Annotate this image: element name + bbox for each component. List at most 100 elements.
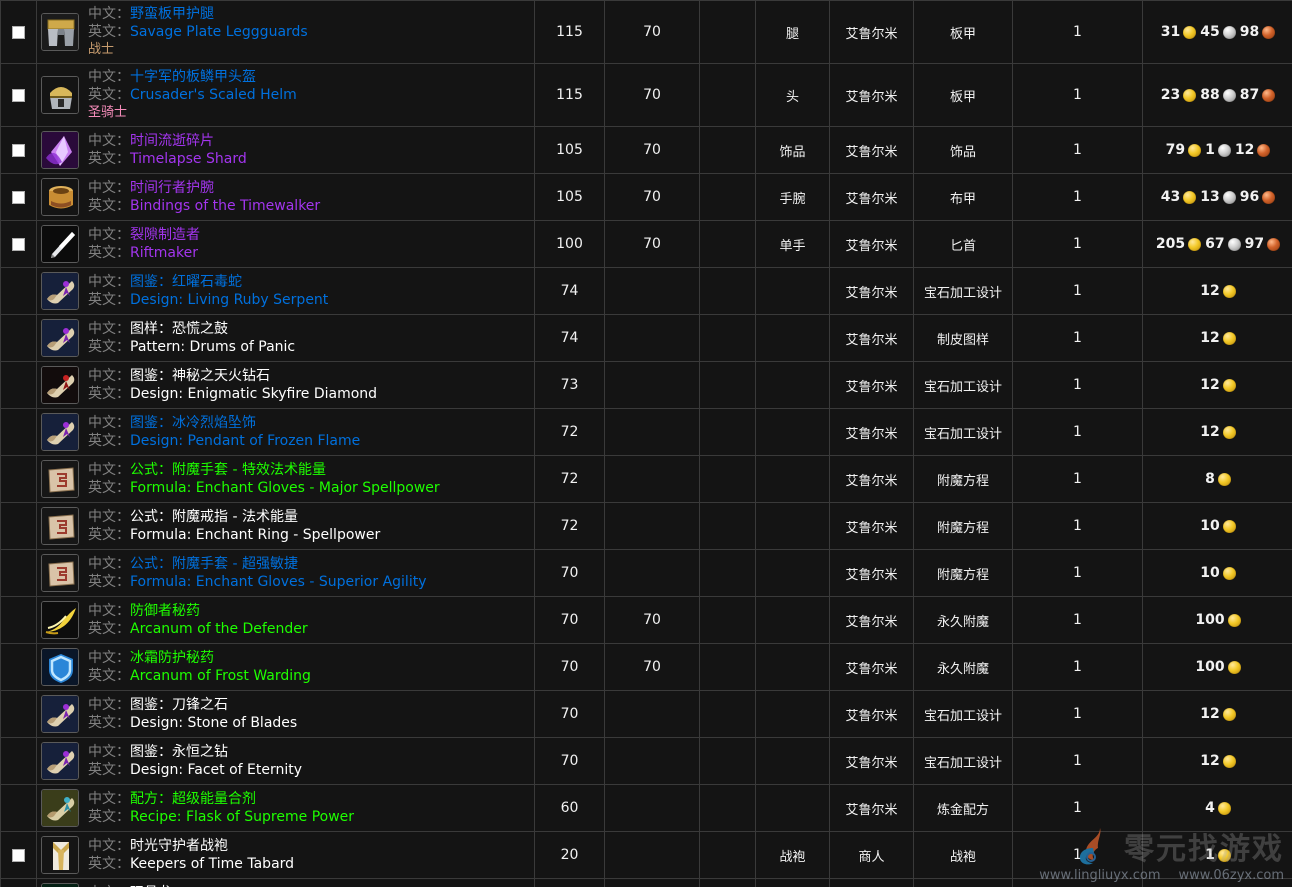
item-name-cn[interactable]: 冰霜防护秘药: [130, 650, 214, 666]
row-checkbox[interactable]: [12, 191, 25, 204]
item-name-en[interactable]: Timelapse Shard: [130, 151, 247, 167]
table-row[interactable]: 中文：野蛮板甲护腿英文：Savage Plate Leggguards战士115…: [1, 1, 1292, 64]
item-name-cn[interactable]: 图鉴：神秘之天火钻石: [130, 368, 270, 384]
item-cell[interactable]: 中文：配方：超级能量合剂英文：Recipe: Flask of Supreme …: [37, 785, 535, 832]
item-name-cn[interactable]: 公式：附魔戒指 - 法术能量: [130, 509, 298, 525]
row-checkbox-cell[interactable]: [1, 127, 37, 174]
item-cell[interactable]: 中文：图鉴：冰冷烈焰坠饰英文：Design: Pendant of Frozen…: [37, 409, 535, 456]
row-checkbox-cell[interactable]: [1, 315, 37, 362]
table-row[interactable]: 中文：时间行者护腕英文：Bindings of the Timewalker10…: [1, 174, 1292, 221]
item-cell[interactable]: 中文：图鉴：神秘之天火钻石英文：Design: Enigmatic Skyfir…: [37, 362, 535, 409]
row-checkbox-cell[interactable]: [1, 785, 37, 832]
table-row[interactable]: 中文：图鉴：冰冷烈焰坠饰英文：Design: Pendant of Frozen…: [1, 409, 1292, 456]
item-name-cn[interactable]: 时间行者护腕: [130, 180, 214, 196]
row-checkbox[interactable]: [12, 26, 25, 39]
item-name-en[interactable]: Savage Plate Leggguards: [130, 24, 308, 40]
row-checkbox-cell[interactable]: [1, 174, 37, 221]
row-checkbox-cell[interactable]: [1, 1, 37, 64]
table-row[interactable]: 中文：防御者秘药英文：Arcanum of the Defender7070艾鲁…: [1, 597, 1292, 644]
item-name-en[interactable]: Formula: Enchant Ring - Spellpower: [130, 527, 380, 543]
item-name-cn[interactable]: 配方：超级能量合剂: [130, 791, 256, 807]
item-name-en[interactable]: Crusader's Scaled Helm: [130, 87, 297, 103]
item-name-cn[interactable]: 野蛮板甲护腿: [130, 6, 214, 22]
row-checkbox-cell[interactable]: [1, 832, 37, 879]
row-checkbox-cell[interactable]: [1, 691, 37, 738]
item-name-cn[interactable]: 防御者秘药: [130, 603, 200, 619]
row-checkbox-cell[interactable]: [1, 879, 37, 887]
item-name-en[interactable]: Design: Living Ruby Serpent: [130, 292, 328, 308]
table-row[interactable]: 中文：图鉴：红曜石毒蛇英文：Design: Living Ruby Serpen…: [1, 268, 1292, 315]
item-name-cn[interactable]: 图鉴：永恒之钻: [130, 744, 228, 760]
item-name-en[interactable]: Formula: Enchant Gloves - Major Spellpow…: [130, 480, 440, 496]
item-cell[interactable]: 中文：公式：附魔手套 - 超强敏捷英文：Formula: Enchant Glo…: [37, 550, 535, 597]
table-row[interactable]: 中文：公式：附魔手套 - 特效法术能量英文：Formula: Enchant G…: [1, 456, 1292, 503]
item-name-en[interactable]: Arcanum of Frost Warding: [130, 668, 311, 684]
item-name-en[interactable]: Design: Enigmatic Skyfire Diamond: [130, 386, 377, 402]
item-name-cn[interactable]: 公式：附魔手套 - 超强敏捷: [130, 556, 298, 572]
item-cell[interactable]: 中文：公式：附魔手套 - 特效法术能量英文：Formula: Enchant G…: [37, 456, 535, 503]
row-checkbox-cell[interactable]: [1, 221, 37, 268]
row-checkbox-cell[interactable]: [1, 738, 37, 785]
row-checkbox[interactable]: [12, 849, 25, 862]
row-checkbox-cell[interactable]: [1, 456, 37, 503]
item-name-cn[interactable]: 图鉴：刀锋之石: [130, 697, 228, 713]
item-name-cn[interactable]: 时间流逝碎片: [130, 133, 214, 149]
item-name-en[interactable]: Bindings of the Timewalker: [130, 198, 320, 214]
row-checkbox[interactable]: [12, 238, 25, 251]
row-checkbox-cell[interactable]: [1, 597, 37, 644]
table-row[interactable]: 中文：十字军的板鳞甲头盔英文：Crusader's Scaled Helm圣骑士…: [1, 64, 1292, 127]
item-cell[interactable]: 中文：图鉴：永恒之钻英文：Design: Facet of Eternity: [37, 738, 535, 785]
item-name-en[interactable]: Pattern: Drums of Panic: [130, 339, 295, 355]
item-cell[interactable]: 中文：玩具龙英文：Toy Dragon: [37, 879, 535, 887]
row-checkbox[interactable]: [12, 144, 25, 157]
item-name-en[interactable]: Design: Stone of Blades: [130, 715, 297, 731]
row-checkbox-cell[interactable]: [1, 362, 37, 409]
row-checkbox-cell[interactable]: [1, 644, 37, 691]
item-name-cn[interactable]: 图样：恐慌之鼓: [130, 321, 228, 337]
item-cell[interactable]: 中文：图鉴：刀锋之石英文：Design: Stone of Blades: [37, 691, 535, 738]
item-name-cn[interactable]: 公式：附魔手套 - 特效法术能量: [130, 462, 326, 478]
item-name-en[interactable]: Formula: Enchant Gloves - Superior Agili…: [130, 574, 427, 590]
item-name-en[interactable]: Design: Facet of Eternity: [130, 762, 302, 778]
table-row[interactable]: 中文：图鉴：刀锋之石英文：Design: Stone of Blades70艾鲁…: [1, 691, 1292, 738]
table-row[interactable]: 中文：公式：附魔戒指 - 法术能量英文：Formula: Enchant Rin…: [1, 503, 1292, 550]
table-row[interactable]: 中文：时光守护者战袍英文：Keepers of Time Tabard20战袍商…: [1, 832, 1292, 879]
item-cell[interactable]: 中文：时光守护者战袍英文：Keepers of Time Tabard: [37, 832, 535, 879]
item-cell[interactable]: 中文：冰霜防护秘药英文：Arcanum of Frost Warding: [37, 644, 535, 691]
item-cell[interactable]: 中文：防御者秘药英文：Arcanum of the Defender: [37, 597, 535, 644]
table-row[interactable]: 中文：冰霜防护秘药英文：Arcanum of Frost Warding7070…: [1, 644, 1292, 691]
table-row[interactable]: 中文：配方：超级能量合剂英文：Recipe: Flask of Supreme …: [1, 785, 1292, 832]
table-row[interactable]: 中文：图鉴：永恒之钻英文：Design: Facet of Eternity70…: [1, 738, 1292, 785]
item-name-cn[interactable]: 图鉴：冰冷烈焰坠饰: [130, 415, 256, 431]
item-cell[interactable]: 中文：时间流逝碎片英文：Timelapse Shard: [37, 127, 535, 174]
item-name-cn[interactable]: 图鉴：红曜石毒蛇: [130, 274, 242, 290]
item-cell[interactable]: 中文：图样：恐慌之鼓英文：Pattern: Drums of Panic: [37, 315, 535, 362]
row-checkbox-cell[interactable]: [1, 503, 37, 550]
item-cell[interactable]: 中文：公式：附魔戒指 - 法术能量英文：Formula: Enchant Rin…: [37, 503, 535, 550]
type-cell: 饰品: [914, 127, 1013, 174]
table-row[interactable]: 中文：裂隙制造者英文：Riftmaker10070单手艾鲁尔米匕首1205679…: [1, 221, 1292, 268]
item-cell[interactable]: 中文：十字军的板鳞甲头盔英文：Crusader's Scaled Helm圣骑士: [37, 64, 535, 127]
table-row[interactable]: 中文：玩具龙英文：Toy Dragon1艾鲁尔米垃圾11: [1, 879, 1292, 887]
item-name-en[interactable]: Arcanum of the Defender: [130, 621, 308, 637]
row-checkbox-cell[interactable]: [1, 64, 37, 127]
item-cell[interactable]: 中文：时间行者护腕英文：Bindings of the Timewalker: [37, 174, 535, 221]
item-name-cn[interactable]: 时光守护者战袍: [130, 838, 228, 854]
row-checkbox-cell[interactable]: [1, 268, 37, 315]
row-checkbox[interactable]: [12, 89, 25, 102]
item-cell[interactable]: 中文：图鉴：红曜石毒蛇英文：Design: Living Ruby Serpen…: [37, 268, 535, 315]
item-name-cn[interactable]: 裂隙制造者: [130, 227, 200, 243]
table-row[interactable]: 中文：公式：附魔手套 - 超强敏捷英文：Formula: Enchant Glo…: [1, 550, 1292, 597]
table-row[interactable]: 中文：时间流逝碎片英文：Timelapse Shard10570饰品艾鲁尔米饰品…: [1, 127, 1292, 174]
row-checkbox-cell[interactable]: [1, 409, 37, 456]
item-name-en[interactable]: Recipe: Flask of Supreme Power: [130, 809, 354, 825]
item-name-en[interactable]: Design: Pendant of Frozen Flame: [130, 433, 360, 449]
item-cell[interactable]: 中文：裂隙制造者英文：Riftmaker: [37, 221, 535, 268]
row-checkbox-cell[interactable]: [1, 550, 37, 597]
table-row[interactable]: 中文：图样：恐慌之鼓英文：Pattern: Drums of Panic74艾鲁…: [1, 315, 1292, 362]
item-name-en[interactable]: Riftmaker: [130, 245, 198, 261]
item-name-cn[interactable]: 十字军的板鳞甲头盔: [130, 69, 256, 85]
table-row[interactable]: 中文：图鉴：神秘之天火钻石英文：Design: Enigmatic Skyfir…: [1, 362, 1292, 409]
item-name-en[interactable]: Keepers of Time Tabard: [130, 856, 294, 872]
item-cell[interactable]: 中文：野蛮板甲护腿英文：Savage Plate Leggguards战士: [37, 1, 535, 64]
